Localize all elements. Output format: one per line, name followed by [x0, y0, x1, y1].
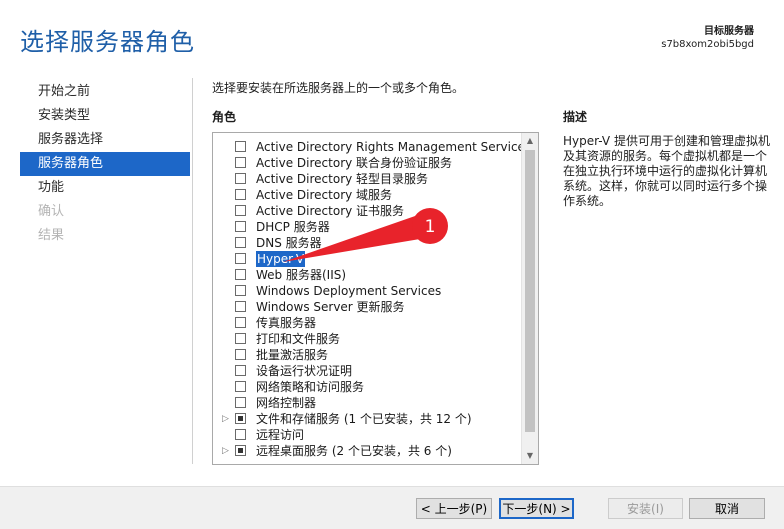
role-checkbox[interactable]	[235, 349, 246, 360]
role-checkbox[interactable]	[235, 365, 246, 376]
role-checkbox[interactable]	[235, 253, 246, 264]
role-row[interactable]: 网络控制器	[213, 395, 523, 411]
role-checkbox[interactable]	[235, 157, 246, 168]
role-row[interactable]: 批量激活服务	[213, 347, 523, 363]
nav-item-results: 结果	[38, 228, 65, 243]
nav-item-server-selection[interactable]: 服务器选择	[20, 128, 190, 152]
role-label: Active Directory 域服务	[256, 188, 393, 202]
nav-divider	[192, 78, 193, 464]
role-label: 网络控制器	[256, 396, 317, 410]
role-checkbox[interactable]	[235, 189, 246, 200]
role-label: 远程访问	[256, 428, 305, 442]
role-checkbox[interactable]	[235, 333, 246, 344]
previous-button[interactable]: < 上一步(P)	[416, 498, 492, 519]
scrollbar-thumb[interactable]	[525, 150, 535, 432]
target-server-name: s7b8xom2obi5bgd	[661, 39, 754, 50]
expand-arrow-icon[interactable]: ▷	[222, 413, 229, 425]
nav-item-installation-type[interactable]: 安装类型	[20, 104, 190, 128]
install-button: 安装(I)	[608, 498, 683, 519]
role-label: 设备运行状况证明	[256, 364, 353, 378]
role-checkbox[interactable]	[235, 429, 246, 440]
instruction-text: 选择要安装在所选服务器上的一个或多个角色。	[212, 81, 465, 95]
target-server-label: 目标服务器	[704, 26, 754, 37]
role-label: 文件和存储服务 (1 个已安装，共 12 个)	[256, 412, 472, 426]
role-label: Web 服务器(IIS)	[256, 268, 347, 282]
wizard-nav: 开始之前 安装类型 服务器选择 服务器角色 功能 确认 结果	[20, 80, 190, 248]
role-label: Active Directory 轻型目录服务	[256, 172, 429, 186]
role-row[interactable]: Windows Server 更新服务	[213, 299, 523, 315]
role-row[interactable]: Web 服务器(IIS)	[213, 267, 523, 283]
role-checkbox[interactable]	[235, 141, 246, 152]
role-row[interactable]: Active Directory 证书服务	[213, 203, 523, 219]
role-label: Windows Deployment Services	[256, 284, 442, 298]
role-checkbox[interactable]	[235, 413, 246, 424]
role-checkbox[interactable]	[235, 237, 246, 248]
role-checkbox[interactable]	[235, 285, 246, 296]
roles-scrollbar[interactable]: ▲ ▼	[521, 133, 538, 464]
role-row[interactable]: 网络策略和访问服务	[213, 379, 523, 395]
role-row[interactable]: 传真服务器	[213, 315, 523, 331]
role-label: Hyper-V	[256, 251, 306, 267]
role-label: DHCP 服务器	[256, 220, 330, 234]
role-checkbox[interactable]	[235, 381, 246, 392]
expand-arrow-icon[interactable]: ▷	[222, 445, 229, 457]
role-label: 网络策略和访问服务	[256, 380, 365, 394]
role-label: Active Directory Rights Management Servi…	[256, 140, 532, 154]
wizard-footer: < 上一步(P) 下一步(N) > 安装(I) 取消	[0, 486, 784, 529]
roles-heading: 角色	[212, 110, 237, 124]
role-row[interactable]: Active Directory 域服务	[213, 187, 523, 203]
role-row[interactable]: 设备运行状况证明	[213, 363, 523, 379]
role-checkbox[interactable]	[235, 445, 246, 456]
role-row[interactable]: DNS 服务器	[213, 235, 523, 251]
role-row[interactable]: ▷ 远程桌面服务 (2 个已安装，共 6 个)	[213, 443, 523, 459]
nav-item-confirmation: 确认	[38, 204, 65, 219]
nav-item-features[interactable]: 功能	[20, 176, 190, 200]
next-button[interactable]: 下一步(N) >	[499, 498, 574, 519]
role-row[interactable]: DHCP 服务器	[213, 219, 523, 235]
roles-list[interactable]: Active Directory Rights Management Servi…	[212, 132, 539, 465]
description-heading: 描述	[563, 110, 588, 124]
role-checkbox[interactable]	[235, 205, 246, 216]
role-row[interactable]: 打印和文件服务	[213, 331, 523, 347]
role-checkbox[interactable]	[235, 269, 246, 280]
page-title: 选择服务器角色	[20, 28, 195, 56]
role-checkbox[interactable]	[235, 301, 246, 312]
role-label: Active Directory 联合身份验证服务	[256, 156, 453, 170]
role-label: 传真服务器	[256, 316, 317, 330]
role-description: Hyper-V 提供可用于创建和管理虚拟机及其资源的服务。每个虚拟机都是一个在独…	[563, 134, 770, 208]
role-checkbox[interactable]	[235, 221, 246, 232]
role-row[interactable]: Hyper-V	[213, 251, 523, 267]
role-row[interactable]: ▷ 文件和存储服务 (1 个已安装，共 12 个)	[213, 411, 523, 427]
role-label: 远程桌面服务 (2 个已安装，共 6 个)	[256, 444, 452, 458]
role-label: 打印和文件服务	[256, 332, 341, 346]
nav-item-server-roles[interactable]: 服务器角色	[20, 152, 190, 176]
cancel-button[interactable]: 取消	[689, 498, 765, 519]
scroll-down-icon[interactable]: ▼	[522, 448, 538, 464]
target-server-info: 目标服务器 s7b8xom2obi5bgd	[661, 25, 754, 51]
role-row[interactable]: Active Directory Rights Management Servi…	[213, 139, 531, 155]
role-row[interactable]: Active Directory 轻型目录服务	[213, 171, 523, 187]
role-row[interactable]: 远程访问	[213, 427, 523, 443]
role-label: 批量激活服务	[256, 348, 329, 362]
role-row[interactable]: Windows Deployment Services	[213, 283, 523, 299]
scroll-up-icon[interactable]: ▲	[522, 133, 538, 149]
nav-item-before-you-begin[interactable]: 开始之前	[20, 80, 190, 104]
role-checkbox[interactable]	[235, 397, 246, 408]
role-checkbox[interactable]	[235, 173, 246, 184]
role-label: DNS 服务器	[256, 236, 322, 250]
role-label: Active Directory 证书服务	[256, 204, 405, 218]
role-row[interactable]: Active Directory 联合身份验证服务	[213, 155, 523, 171]
role-checkbox[interactable]	[235, 317, 246, 328]
role-label: Windows Server 更新服务	[256, 300, 405, 314]
